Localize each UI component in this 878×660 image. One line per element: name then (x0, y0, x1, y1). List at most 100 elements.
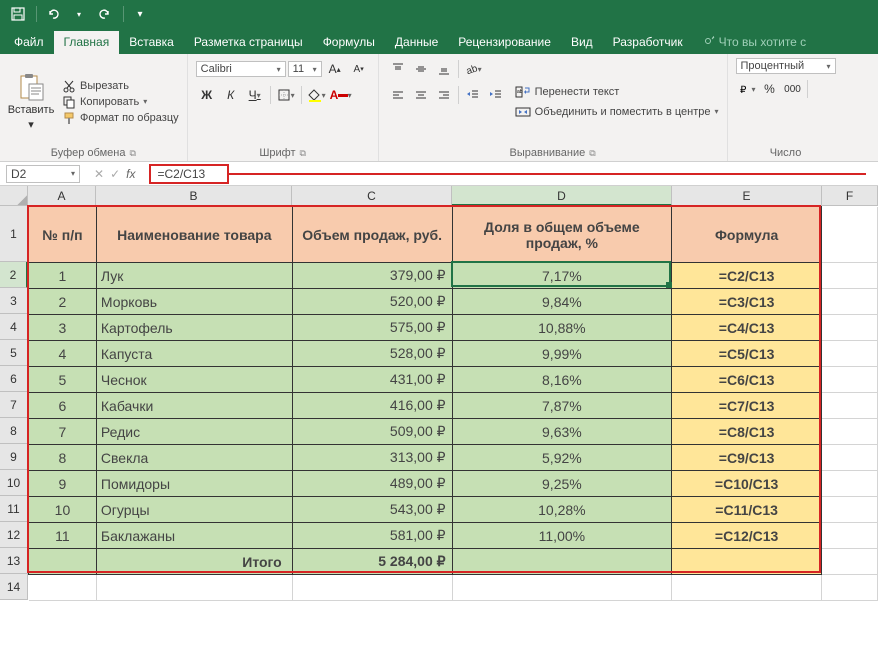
cell-r12-c4[interactable]: =C12/C13 (672, 523, 822, 549)
font-size-combo[interactable]: 11▾ (288, 61, 322, 77)
col-header-B[interactable]: B (96, 186, 292, 206)
cell-r5-c3[interactable]: 9,99% (452, 341, 672, 367)
tab-review[interactable]: Рецензирование (448, 31, 561, 54)
undo-dropdown[interactable]: ▾ (67, 2, 91, 26)
cell-r2-c2[interactable]: 379,00 ₽ (292, 263, 452, 289)
cell-total-e[interactable] (672, 549, 822, 575)
orientation-button[interactable]: ab▾ (462, 58, 484, 80)
cell-r10-c2[interactable]: 489,00 ₽ (292, 471, 452, 497)
cell-r12-c3[interactable]: 11,00% (452, 523, 672, 549)
row-header-11[interactable]: 11 (0, 496, 28, 522)
cell-r12-c0[interactable]: 11 (29, 523, 97, 549)
paste-button[interactable]: Вставить ▾ (8, 58, 54, 145)
cell-r8-c1[interactable]: Редис (96, 419, 292, 445)
tab-view[interactable]: Вид (561, 31, 603, 54)
undo-button[interactable] (41, 2, 65, 26)
col-header-E[interactable]: E (672, 186, 822, 206)
cell-empty-14-2[interactable] (292, 575, 452, 601)
col-header-F[interactable]: F (822, 186, 878, 206)
row-header-8[interactable]: 8 (0, 418, 28, 444)
name-box[interactable]: D2▾ (6, 165, 80, 183)
cell-r11-c1[interactable]: Огурцы (96, 497, 292, 523)
cell-total-label[interactable]: Итого (96, 549, 292, 575)
cell-r5-c1[interactable]: Капуста (96, 341, 292, 367)
cell-r7-c0[interactable]: 6 (29, 393, 97, 419)
cell-r8-c0[interactable]: 7 (29, 419, 97, 445)
cell-total-vol[interactable]: 5 284,00 ₽ (292, 549, 452, 575)
cell-r2-c4[interactable]: =C2/C13 (672, 263, 822, 289)
tab-developer[interactable]: Разработчик (603, 31, 693, 54)
cell-r3-c0[interactable]: 2 (29, 289, 97, 315)
cut-button[interactable]: Вырезать (62, 79, 179, 93)
cancel-formula-button[interactable]: ✕ (94, 167, 104, 181)
save-button[interactable] (6, 2, 30, 26)
align-bottom-button[interactable] (433, 58, 455, 80)
align-top-button[interactable] (387, 58, 409, 80)
redo-button[interactable] (93, 2, 117, 26)
formula-input[interactable]: =C2/C13 (149, 164, 229, 184)
header-cell-a[interactable]: № п/п (29, 207, 97, 263)
cell-r7-c3[interactable]: 7,87% (452, 393, 672, 419)
cell-r5-c0[interactable]: 4 (29, 341, 97, 367)
cell-empty-14-0[interactable] (29, 575, 97, 601)
underline-button[interactable]: Ч ▾ (244, 84, 266, 106)
cell-r7-c1[interactable]: Кабачки (96, 393, 292, 419)
increase-font-button[interactable]: A▴ (324, 58, 346, 80)
enter-formula-button[interactable]: ✓ (110, 167, 120, 181)
cell-total-a[interactable] (29, 549, 97, 575)
decrease-font-button[interactable]: A▾ (348, 58, 370, 80)
cell-empty-14-1[interactable] (96, 575, 292, 601)
cell-r7-c2[interactable]: 416,00 ₽ (292, 393, 452, 419)
header-cell-c[interactable]: Объем продаж, руб. (292, 207, 452, 263)
cell-r6-c0[interactable]: 5 (29, 367, 97, 393)
cell-r2-c1[interactable]: Лук (96, 263, 292, 289)
row-header-6[interactable]: 6 (0, 366, 28, 392)
row-header-3[interactable]: 3 (0, 288, 28, 314)
cell-r9-c2[interactable]: 313,00 ₽ (292, 445, 452, 471)
cell-r12-c2[interactable]: 581,00 ₽ (292, 523, 452, 549)
row-header-10[interactable]: 10 (0, 470, 28, 496)
row-header-7[interactable]: 7 (0, 392, 28, 418)
font-launcher[interactable]: ⧉ (300, 148, 306, 159)
tab-file[interactable]: Файл (4, 31, 54, 54)
increase-indent-button[interactable] (485, 84, 507, 106)
format-painter-button[interactable]: Формат по образцу (62, 111, 179, 125)
cell-r8-c3[interactable]: 9,63% (452, 419, 672, 445)
percent-button[interactable]: % (759, 78, 781, 100)
tell-me[interactable]: Что вы хотите с (693, 31, 817, 54)
cell-empty-14-4[interactable] (672, 575, 822, 601)
comma-button[interactable]: 000 (782, 78, 804, 100)
cell-r11-c3[interactable]: 10,28% (452, 497, 672, 523)
header-cell-b[interactable]: Наименование товара (96, 207, 292, 263)
cell-r4-c0[interactable]: 3 (29, 315, 97, 341)
cell-r10-c1[interactable]: Помидоры (96, 471, 292, 497)
align-right-button[interactable] (433, 84, 455, 106)
tab-data[interactable]: Данные (385, 31, 448, 54)
customize-qat-button[interactable]: ▾ (128, 2, 152, 26)
tab-formulas[interactable]: Формулы (313, 31, 385, 54)
col-header-A[interactable]: A (28, 186, 96, 206)
cell-r10-c4[interactable]: =C10/C13 (672, 471, 822, 497)
cell-r10-c0[interactable]: 9 (29, 471, 97, 497)
decrease-indent-button[interactable] (462, 84, 484, 106)
select-all-button[interactable] (0, 186, 28, 206)
align-center-button[interactable] (410, 84, 432, 106)
cells[interactable]: № п/пНаименование товараОбъем продаж, ру… (28, 206, 878, 601)
fill-color-button[interactable]: ▾ (306, 84, 328, 106)
row-header-2[interactable]: 2 (0, 262, 28, 288)
header-cell-d[interactable]: Доля в общем объеме продаж, % (452, 207, 672, 263)
cell-r2-c0[interactable]: 1 (29, 263, 97, 289)
wrap-text-button[interactable]: abПеренести текст (515, 85, 719, 99)
cell-r4-c2[interactable]: 575,00 ₽ (292, 315, 452, 341)
row-header-1[interactable]: 1 (0, 206, 28, 262)
cell-r5-c2[interactable]: 528,00 ₽ (292, 341, 452, 367)
cell-r11-c0[interactable]: 10 (29, 497, 97, 523)
row-header-14[interactable]: 14 (0, 574, 28, 600)
row-header-4[interactable]: 4 (0, 314, 28, 340)
cell-r4-c4[interactable]: =C4/C13 (672, 315, 822, 341)
align-left-button[interactable] (387, 84, 409, 106)
cell-r3-c3[interactable]: 9,84% (452, 289, 672, 315)
cell-r4-c1[interactable]: Картофель (96, 315, 292, 341)
cell-r9-c0[interactable]: 8 (29, 445, 97, 471)
cell-r2-c3[interactable]: 7,17% (452, 263, 672, 289)
